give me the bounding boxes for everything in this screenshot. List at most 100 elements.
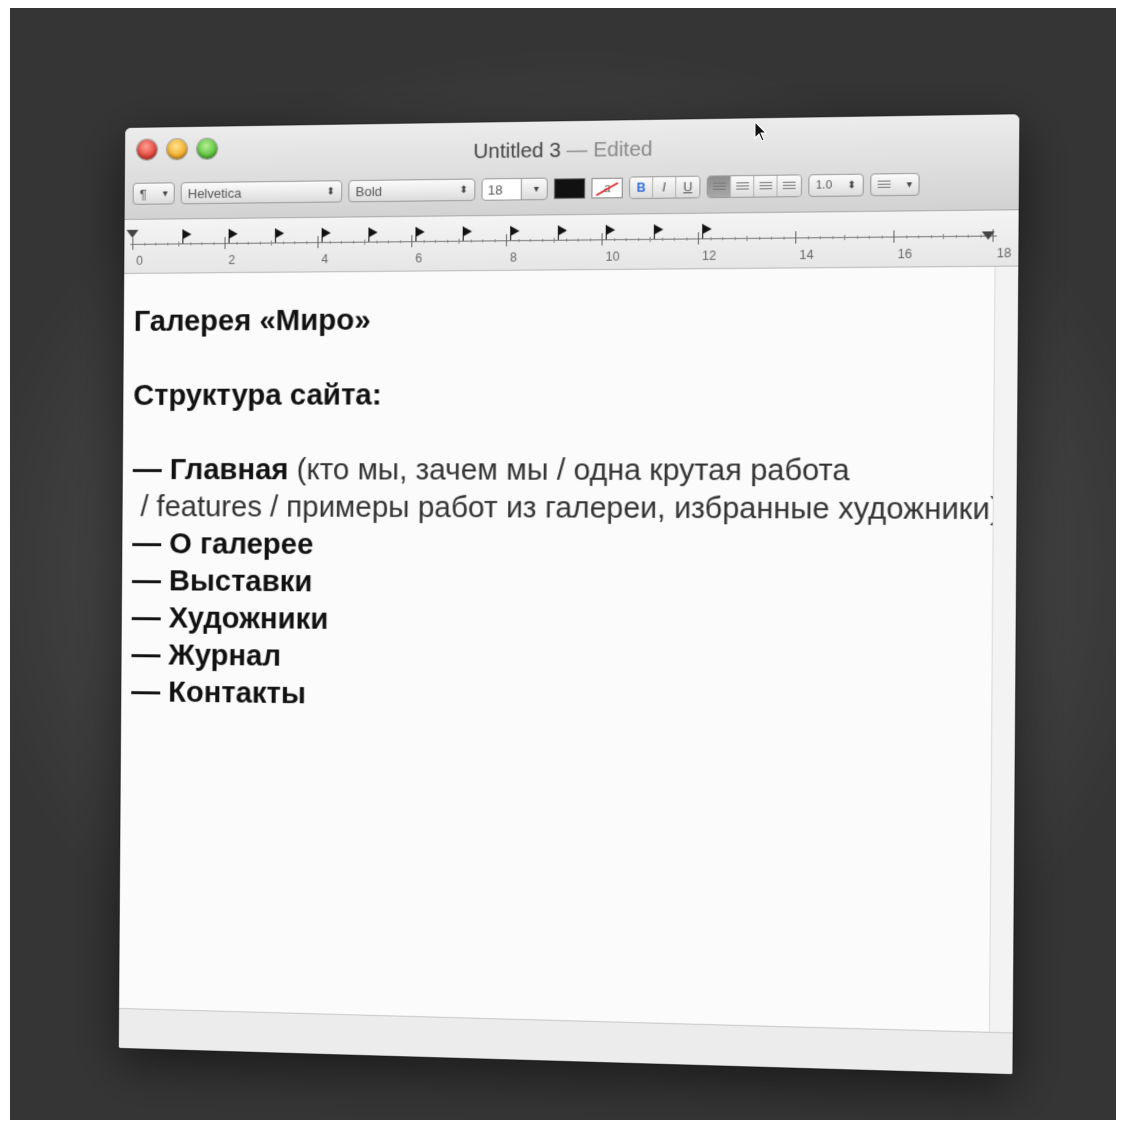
- ruler-subtick: [236, 241, 238, 245]
- ruler-subtick: [637, 237, 639, 242]
- stepper-icon: ⬍: [847, 179, 857, 191]
- ruler-subtick: [905, 235, 907, 239]
- list-item: — О галерее: [132, 526, 1003, 568]
- text-style-buttons: B I U: [628, 175, 701, 200]
- italic-button[interactable]: I: [653, 176, 677, 198]
- ruler-tick: [746, 235, 748, 242]
- chevron-down-icon: ▾: [533, 183, 540, 195]
- tab-stop-marker[interactable]: [653, 224, 664, 235]
- align-justify-button[interactable]: [777, 175, 801, 197]
- ruler-subtick: [819, 236, 821, 240]
- list-dash: —: [131, 639, 161, 672]
- ruler-subtick: [734, 237, 736, 241]
- tab-stop-marker[interactable]: [415, 226, 425, 238]
- ruler-subtick: [589, 238, 591, 242]
- ruler-subtick: [494, 239, 496, 243]
- tab-stop-marker[interactable]: [557, 225, 568, 236]
- photo-frame: Untitled 3 — Edited ¶ ▾ Helvetica ⬍ Bold: [0, 0, 1122, 1127]
- ruler-subtick: [399, 240, 401, 244]
- ruler-tick: [649, 236, 651, 242]
- tab-stop-marker[interactable]: [274, 228, 285, 239]
- paragraph-style-menu[interactable]: ¶ ▾: [132, 182, 175, 205]
- vertical-scrollbar[interactable]: [988, 266, 1019, 1033]
- stepper-icon: ⬍: [459, 184, 469, 196]
- tab-stop-marker[interactable]: [228, 228, 238, 239]
- title-bar[interactable]: Untitled 3 — Edited ¶ ▾ Helvetica ⬍ Bold: [124, 114, 1020, 220]
- align-right-icon: [758, 181, 772, 191]
- chevron-down-icon: ▾: [906, 178, 913, 191]
- ruler-tick: [697, 232, 700, 245]
- ruler-subtick: [189, 242, 191, 246]
- align-left-button[interactable]: [707, 176, 732, 198]
- line-spacing-value: 1.0: [815, 179, 833, 192]
- window-title: Untitled 3 — Edited: [125, 133, 1019, 169]
- ruler-label: 4: [321, 252, 329, 267]
- tab-stop-marker[interactable]: [368, 227, 378, 238]
- list-item-title: Главная: [169, 454, 289, 487]
- ruler-subtick: [201, 242, 203, 246]
- ruler-subtick: [482, 239, 484, 243]
- ruler-subtick: [387, 240, 389, 244]
- textedit-window[interactable]: Untitled 3 — Edited ¶ ▾ Helvetica ⬍ Bold: [118, 114, 1020, 1075]
- alignment-buttons: [706, 174, 803, 199]
- list-dash: —: [132, 454, 162, 487]
- tab-stop-marker[interactable]: [605, 224, 616, 236]
- first-line-indent-marker[interactable]: [126, 229, 139, 238]
- stepper-icon: ⬍: [326, 185, 336, 198]
- list-item-title: Художники: [168, 602, 329, 636]
- tab-stop-marker[interactable]: [182, 229, 192, 240]
- ruler-tick: [364, 239, 366, 245]
- list-dash: —: [132, 528, 162, 561]
- ruler-tick: [795, 231, 797, 244]
- align-right-button[interactable]: [754, 175, 778, 197]
- font-size-input[interactable]: 18: [482, 178, 522, 200]
- ruler-subtick: [565, 238, 567, 242]
- font-size-combo[interactable]: 18 ▾: [481, 177, 548, 201]
- ruler-subtick: [282, 241, 284, 245]
- ruler-label: 10: [605, 249, 620, 264]
- bold-button[interactable]: B: [630, 177, 654, 199]
- list-icon: [877, 179, 891, 190]
- ruler-tick: [601, 233, 603, 246]
- tab-stop-marker[interactable]: [321, 227, 331, 239]
- ruler-subtick: [212, 242, 214, 246]
- list-item-title: Контакты: [168, 676, 307, 711]
- ruler-subtick: [685, 237, 687, 241]
- chevron-down-icon: ▾: [162, 187, 168, 200]
- tab-stop-marker[interactable]: [702, 223, 712, 235]
- font-family-select[interactable]: Helvetica ⬍: [180, 180, 343, 205]
- text-color-well[interactable]: [553, 178, 586, 199]
- title-separator: —: [566, 139, 588, 163]
- align-center-button[interactable]: [730, 176, 755, 197]
- ruler-tick: [132, 237, 134, 250]
- ruler-subtick: [710, 237, 712, 241]
- document-body[interactable]: Галерея «Миро» Структура сайта: — Главна…: [119, 266, 1019, 1033]
- tab-stop-marker[interactable]: [462, 226, 473, 237]
- list-item-title: О галерее: [169, 528, 314, 562]
- ruler-subtick: [434, 239, 436, 243]
- font-family-value: Helvetica: [187, 184, 242, 201]
- ruler-tick: [270, 240, 272, 246]
- align-justify-icon: [782, 181, 796, 191]
- ruler-subtick: [856, 235, 858, 239]
- ruler-subtick: [143, 242, 145, 246]
- ruler-subtick: [259, 241, 261, 245]
- ruler-label: 6: [415, 251, 423, 266]
- align-left-icon: [712, 182, 726, 192]
- tab-stop-marker[interactable]: [510, 225, 520, 237]
- ruler[interactable]: 0 2 4 6 8 10 12 14 16 18: [124, 210, 1019, 274]
- right-margin-marker[interactable]: [981, 231, 995, 240]
- document-name: Untitled 3: [473, 139, 561, 164]
- underline-button[interactable]: U: [676, 176, 700, 198]
- ruler-tick: [893, 230, 895, 243]
- list-style-menu[interactable]: ▾: [870, 172, 920, 197]
- font-style-select[interactable]: Bold ⬍: [348, 178, 476, 203]
- ruler-subtick: [770, 236, 772, 240]
- ruler-tick: [411, 235, 413, 248]
- highlight-color-well[interactable]: a: [591, 177, 623, 199]
- list-item-title: Журнал: [168, 639, 282, 673]
- line-spacing-menu[interactable]: 1.0 ⬍: [808, 173, 864, 198]
- list-dash: —: [131, 676, 161, 709]
- font-style-value: Bold: [355, 183, 383, 199]
- ruler-tick: [317, 236, 319, 249]
